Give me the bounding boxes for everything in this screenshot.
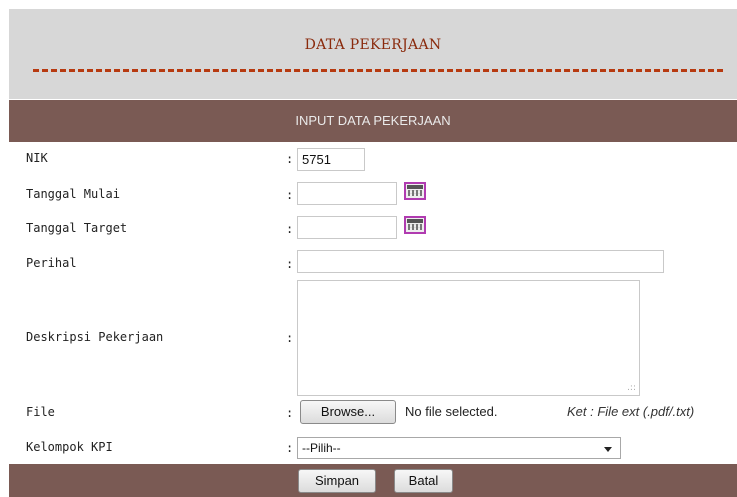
file-status: No file selected. [405,404,498,419]
nik-input[interactable]: 5751 [297,148,365,171]
save-button[interactable]: Simpan [298,469,376,493]
kelompok-kpi-colon: : [286,441,294,455]
tanggal-target-label: Tanggal Target [26,221,128,235]
chevron-down-icon [604,447,612,452]
calendar-icon[interactable] [404,216,426,234]
cancel-button[interactable]: Batal [394,469,453,493]
deskripsi-label: Deskripsi Pekerjaan [26,330,164,344]
file-colon: : [286,406,294,420]
tanggal-target-input[interactable] [297,216,397,239]
perihal-input[interactable] [297,250,664,273]
perihal-colon: : [286,257,294,271]
page-title: DATA PEKERJAAN [304,37,442,53]
perihal-label: Perihal [26,256,77,270]
tanggal-mulai-colon: : [286,188,294,202]
calendar-icon[interactable] [404,182,426,200]
tanggal-mulai-label: Tanggal Mulai [26,187,120,201]
tanggal-mulai-input[interactable] [297,182,397,205]
deskripsi-colon: : [286,331,294,345]
file-extension-note: Ket : File ext (.pdf/.txt) [567,404,695,419]
browse-button[interactable]: Browse... [300,400,396,424]
form-section-header: INPUT DATA PEKERJAAN [9,100,737,142]
kelompok-kpi-selected: --Pilih-- [302,441,341,455]
deskripsi-textarea[interactable]: .:: [297,280,640,396]
nik-label: NIK [26,151,48,165]
kelompok-kpi-select[interactable]: --Pilih-- [297,437,621,459]
file-label: File [26,405,55,419]
resize-grip-icon[interactable]: .:: [627,383,636,393]
kelompok-kpi-label: Kelompok KPI [26,440,113,454]
header-divider [33,69,723,72]
page-header: DATA PEKERJAAN [9,9,737,99]
nik-colon: : [286,152,294,166]
tanggal-target-colon: : [286,222,294,236]
form-section-title: INPUT DATA PEKERJAAN [295,113,451,128]
